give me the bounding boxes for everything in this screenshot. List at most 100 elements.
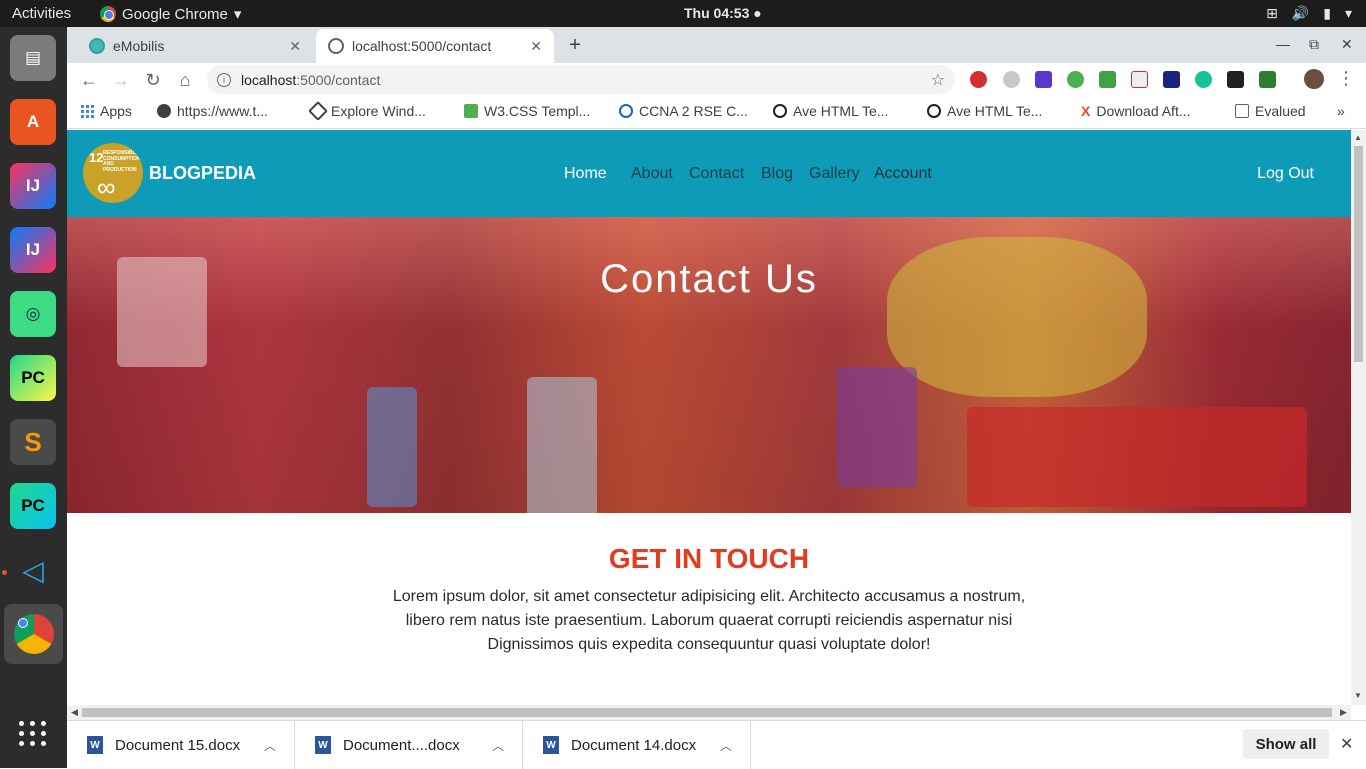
vscode-icon[interactable]: ◁ [10, 547, 56, 593]
download-item[interactable]: W Document....docx ︿ [295, 721, 523, 769]
more-bookmarks-icon[interactable]: » [1337, 103, 1345, 119]
clock[interactable]: Thu 04:53 ● [684, 5, 762, 21]
bookmark-label: CCNA 2 RSE C... [639, 103, 748, 119]
bookmark-item[interactable]: Explore Wind... [308, 101, 426, 121]
system-tray[interactable]: ⊞ 🔊 ▮ ▾ [1266, 5, 1352, 22]
reload-button[interactable]: ↻ [141, 68, 165, 92]
vertical-scrollbar[interactable]: ▲ ▼ [1351, 130, 1366, 705]
star-icon[interactable]: ☆ [931, 70, 945, 90]
running-indicator [2, 570, 7, 575]
bookmark-item[interactable]: Evalued [1235, 103, 1306, 119]
scroll-thumb[interactable] [1354, 146, 1363, 362]
back-button[interactable]: ← [77, 68, 101, 92]
chrome-icon [13, 614, 54, 654]
url-host: localhost [241, 71, 297, 88]
menu-icon[interactable]: ⋮ [1337, 68, 1355, 89]
scroll-left-icon[interactable]: ◀ [71, 707, 78, 718]
sublime-text-icon[interactable]: S [10, 419, 56, 465]
extension-icon[interactable] [1067, 71, 1084, 88]
address-bar[interactable]: i localhost:5000/contact ☆ [207, 65, 955, 94]
extension-icon[interactable] [1259, 71, 1276, 88]
profile-avatar[interactable] [1304, 69, 1324, 89]
show-applications-button[interactable] [10, 710, 56, 756]
chart-icon [1235, 104, 1249, 118]
chevron-up-icon[interactable]: ︿ [492, 737, 504, 754]
files-icon[interactable]: ▤ [10, 35, 56, 81]
pycharm-icon[interactable]: PC [10, 355, 56, 401]
globe-icon [328, 38, 344, 54]
extension-icon[interactable] [1227, 71, 1244, 88]
new-tab-button[interactable]: + [563, 33, 587, 57]
scroll-thumb[interactable] [82, 708, 1332, 717]
app-menu[interactable]: Google Chrome ▾ [100, 5, 241, 23]
scroll-right-icon[interactable]: ▶ [1340, 707, 1347, 718]
infinity-icon: ∞ [97, 172, 116, 202]
nav-gallery[interactable]: Gallery [809, 165, 860, 183]
extension-icon[interactable] [1163, 71, 1180, 88]
extension-icon[interactable] [1035, 71, 1052, 88]
nav-blog[interactable]: Blog [761, 165, 793, 183]
reload-icon: ↻ [145, 69, 161, 90]
tab-contact[interactable]: localhost:5000/contact ✕ [316, 29, 554, 63]
nav-account[interactable]: Account [874, 165, 932, 183]
activities-button[interactable]: Activities [12, 5, 71, 22]
minimize-button[interactable]: — [1276, 36, 1290, 52]
word-doc-icon: W [543, 736, 559, 754]
brand-name[interactable]: BLOGPEDIA [149, 163, 256, 184]
bookmark-item[interactable]: X Download Aft... [1081, 103, 1191, 119]
bookmark-item[interactable]: CCNA 2 RSE C... [619, 103, 748, 119]
close-icon[interactable]: ✕ [289, 38, 301, 55]
scroll-down-icon[interactable]: ▼ [1354, 691, 1362, 700]
download-item[interactable]: W Document 15.docx ︿ [67, 721, 295, 769]
intellij-ce-icon[interactable]: IJ [10, 227, 56, 273]
tab-title: eMobilis [113, 38, 165, 54]
bookmark-item[interactable]: W3.CSS Templ... [464, 103, 590, 119]
bookmark-label: Evalued [1255, 103, 1306, 119]
bookmark-label: Ave HTML Te... [947, 103, 1043, 119]
window-close-button[interactable]: ✕ [1341, 36, 1353, 53]
hero-banner: Contact Us [67, 217, 1351, 513]
site-navbar: 12 RESPONSIBLE CONSUMPTION AND PRODUCTIO… [67, 130, 1351, 217]
tab-strip: eMobilis ✕ localhost:5000/contact ✕ + — … [67, 27, 1366, 63]
person-decoration [837, 367, 917, 487]
chevron-up-icon[interactable]: ︿ [720, 737, 732, 754]
extension-icon[interactable] [1003, 71, 1020, 88]
scroll-up-icon[interactable]: ▲ [1354, 133, 1362, 142]
bookmark-item[interactable]: Ave HTML Te... [773, 103, 888, 119]
tab-emobilis[interactable]: eMobilis ✕ [77, 29, 313, 63]
clock-text: Thu 04:53 [684, 5, 750, 21]
bookmark-item[interactable]: Ave HTML Te... [927, 103, 1042, 119]
close-icon[interactable]: ✕ [530, 38, 542, 55]
info-icon[interactable]: i [217, 72, 231, 87]
pycharm-ce-icon[interactable]: PC [10, 483, 56, 529]
nav-about[interactable]: About [631, 165, 673, 183]
get-in-touch-section: GET IN TOUCH Lorem ipsum dolor, sit amet… [67, 513, 1351, 705]
nav-home[interactable]: Home [564, 165, 607, 183]
chevron-up-icon[interactable]: ︿ [264, 737, 276, 754]
close-icon[interactable]: ✕ [1340, 734, 1353, 754]
horizontal-scrollbar[interactable]: ◀ ▶ [67, 705, 1351, 720]
bookmark-apps[interactable]: Apps [81, 103, 132, 119]
nav-contact[interactable]: Contact [689, 165, 744, 183]
download-item[interactable]: W Document 14.docx ︿ [523, 721, 751, 769]
forward-button[interactable]: → [109, 68, 133, 92]
url-path: :5000/contact [296, 71, 381, 88]
android-studio-icon[interactable]: ◎ [10, 291, 56, 337]
home-button[interactable]: ⌂ [173, 68, 197, 92]
logo-number: 12 [89, 150, 104, 165]
chrome-dock-icon[interactable] [4, 604, 63, 664]
word-doc-icon: W [87, 736, 103, 754]
logout-link[interactable]: Log Out [1257, 165, 1314, 183]
restore-button[interactable]: ⧉ [1309, 36, 1319, 53]
bookmark-item[interactable]: https://www.t... [157, 103, 268, 119]
show-all-button[interactable]: Show all [1243, 729, 1329, 759]
software-center-icon[interactable]: A [10, 99, 56, 145]
intellij-icon[interactable]: IJ [10, 163, 56, 209]
site-logo[interactable]: 12 RESPONSIBLE CONSUMPTION AND PRODUCTIO… [83, 143, 143, 203]
bookmarks-bar: Apps https://www.t... Explore Wind... W3… [67, 96, 1366, 129]
system-top-bar: Activities Google Chrome ▾ Thu 04:53 ● ⊞… [0, 0, 1366, 27]
extension-icon[interactable] [1099, 71, 1116, 88]
adblock-icon[interactable] [970, 71, 987, 88]
grammarly-icon[interactable] [1195, 71, 1212, 88]
extension-icon[interactable] [1131, 71, 1148, 88]
